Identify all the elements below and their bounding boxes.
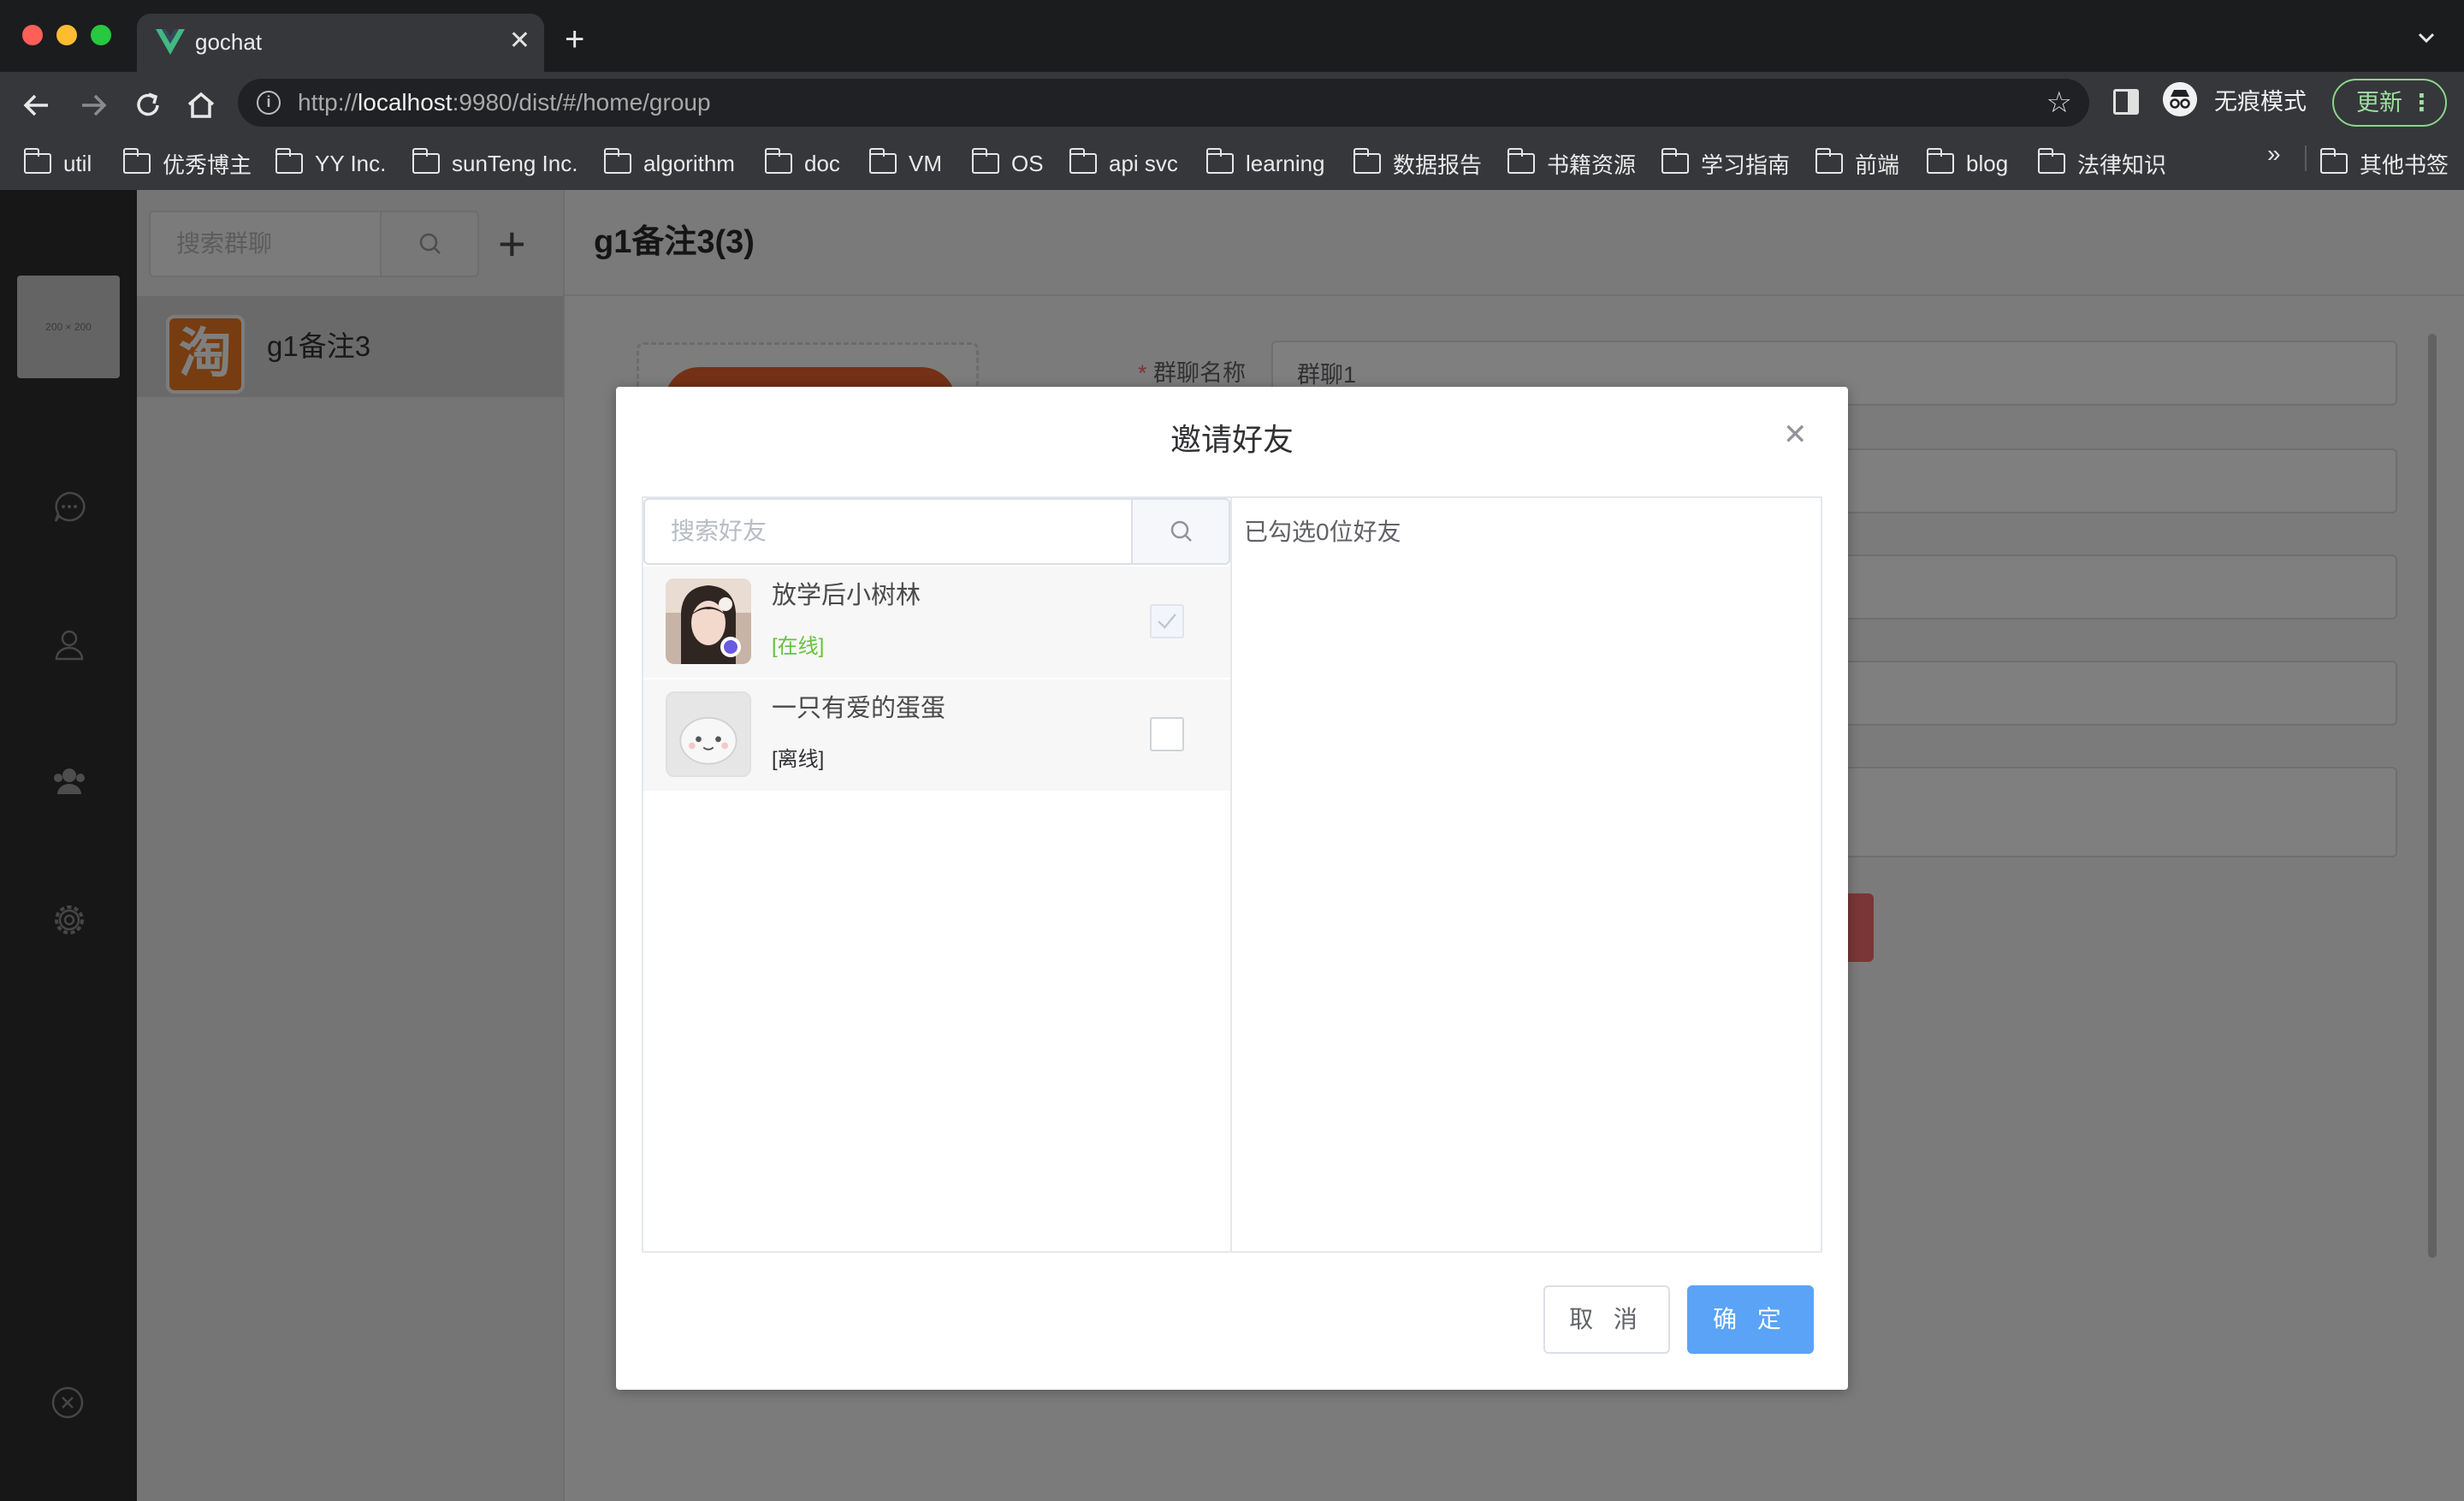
folder-icon: [23, 148, 51, 174]
bookmark-folder[interactable]: algorithm: [603, 145, 735, 181]
url-text: http://localhost:9980/dist/#/home/group: [298, 89, 711, 116]
folder-icon: [1069, 148, 1097, 174]
friend-checkbox[interactable]: [1150, 604, 1184, 638]
friend-avatar: [666, 691, 751, 777]
folder-icon: [2037, 148, 2065, 174]
update-button[interactable]: 更新 ⋮: [2332, 79, 2447, 127]
folder-icon: [971, 148, 999, 174]
side-panel-icon[interactable]: [2113, 89, 2139, 115]
folder-icon: [1661, 148, 1689, 174]
friend-list-item[interactable]: 一只有爱的蛋蛋 [离线]: [643, 679, 1230, 792]
bookmark-folder[interactable]: sunTeng Inc.: [412, 145, 578, 181]
incognito-label: 无痕模式: [2214, 89, 2307, 115]
bookmark-folder[interactable]: 前端: [1815, 145, 1899, 181]
new-tab-button[interactable]: +: [565, 22, 584, 56]
invite-friends-dialog: 邀请好友 ✕ 搜索好友 放学后小树林 [在线] 一只有爱的蛋蛋 [离线] 已勾选…: [616, 387, 1848, 1390]
selected-count-text: 已勾选0位好友: [1244, 519, 1401, 545]
bookmark-folder[interactable]: YY Inc.: [275, 145, 386, 181]
friend-checkbox[interactable]: [1150, 717, 1184, 751]
maximize-window-button[interactable]: [91, 25, 111, 45]
site-info-icon[interactable]: i: [257, 91, 281, 115]
bookmark-folder[interactable]: 书籍资源: [1507, 145, 1636, 181]
bookmark-folder[interactable]: 数据报告: [1353, 145, 1482, 181]
bookmark-folder[interactable]: learning: [1205, 145, 1325, 181]
selected-friends-panel: [1232, 496, 1822, 1253]
friend-status: [在线]: [772, 635, 825, 658]
friend-list-item[interactable]: 放学后小树林 [在线]: [643, 567, 1230, 679]
bookmark-folder[interactable]: doc: [764, 145, 840, 181]
folder-icon: [412, 148, 440, 174]
close-icon[interactable]: ✕: [1783, 418, 1808, 452]
forward-arrow-icon[interactable]: [77, 89, 110, 122]
friend-search-button[interactable]: [1131, 498, 1230, 565]
bookmark-folder[interactable]: VM: [868, 145, 942, 181]
bookmark-folder[interactable]: 学习指南: [1661, 145, 1790, 181]
back-arrow-icon[interactable]: [21, 89, 53, 122]
minimize-window-button[interactable]: [56, 25, 77, 45]
tab-title: gochat: [195, 29, 263, 55]
folder-icon: [2319, 148, 2348, 174]
address-bar[interactable]: i http://localhost:9980/dist/#/home/grou…: [238, 79, 2089, 127]
friend-status: [离线]: [772, 748, 825, 771]
browser-tab[interactable]: gochat ✕: [137, 14, 544, 72]
bookmark-folder[interactable]: util: [23, 145, 92, 181]
bookmark-folder[interactable]: 法律知识: [2037, 145, 2166, 181]
dialog-title: 邀请好友: [1170, 422, 1294, 457]
folder-icon: [1353, 148, 1381, 174]
folder-icon: [868, 148, 897, 174]
vue-logo-icon: [156, 29, 185, 55]
bookmarks-bar: util 优秀博主 YY Inc. sunTeng Inc. algorithm…: [0, 137, 2464, 190]
folder-icon: [275, 148, 303, 174]
bookmarks-overflow-button[interactable]: »: [2267, 140, 2281, 168]
tab-search-chevron-icon[interactable]: [2414, 26, 2438, 50]
browser-tab-strip: gochat ✕ +: [0, 0, 2464, 72]
friend-avatar: [666, 578, 751, 664]
search-icon: [1170, 520, 1192, 542]
cancel-button[interactable]: 取 消: [1543, 1285, 1670, 1354]
home-icon[interactable]: [185, 89, 217, 122]
bookmark-folder[interactable]: blog: [1926, 145, 2008, 181]
other-bookmarks-folder[interactable]: 其他书签: [2319, 145, 2449, 181]
bookmark-folder[interactable]: OS: [971, 145, 1044, 181]
tab-close-icon[interactable]: ✕: [509, 26, 530, 56]
folder-icon: [1815, 148, 1843, 174]
folder-icon: [1507, 148, 1535, 174]
bookmarks-separator: [2305, 145, 2307, 171]
close-window-button[interactable]: [22, 25, 43, 45]
friend-search-input[interactable]: 搜索好友: [643, 498, 1133, 565]
folder-icon: [1926, 148, 1954, 174]
menu-kebab-icon: ⋮: [2410, 90, 2433, 116]
folder-icon: [764, 148, 792, 174]
bookmark-star-icon[interactable]: ☆: [2046, 87, 2072, 118]
folder-icon: [1205, 148, 1234, 174]
checkmark-icon: [1158, 614, 1176, 629]
friend-name: 放学后小树林: [772, 582, 921, 609]
folder-icon: [122, 148, 151, 174]
bookmark-folder[interactable]: api svc: [1069, 145, 1178, 181]
bookmark-folder[interactable]: 优秀博主: [122, 145, 252, 181]
friend-name: 一只有爱的蛋蛋: [772, 695, 946, 722]
folder-icon: [603, 148, 631, 174]
incognito-icon[interactable]: [2163, 82, 2197, 116]
reload-icon[interactable]: [132, 89, 164, 122]
confirm-button[interactable]: 确 定: [1687, 1285, 1814, 1354]
